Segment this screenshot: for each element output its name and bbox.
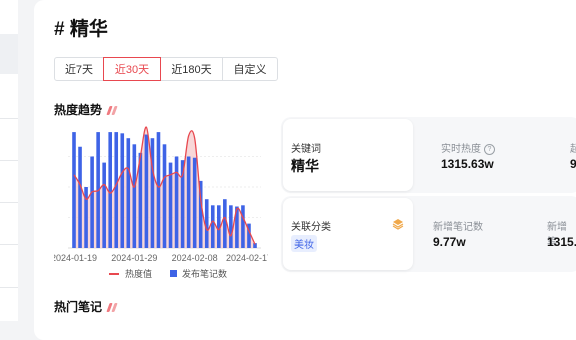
bar[interactable] [120, 133, 125, 248]
category-tag[interactable]: 美妆 [291, 235, 317, 252]
trend-section-title: 热度趋势 [54, 101, 118, 118]
keyword-value: 精华 [291, 158, 319, 174]
realtime-label-text: 实时热度 [441, 144, 481, 155]
hot-notes-section-title: 热门笔记 [54, 298, 118, 315]
bar[interactable] [72, 132, 76, 248]
bar[interactable] [114, 132, 119, 248]
bar[interactable] [150, 138, 155, 248]
divider [0, 160, 18, 161]
line-swatch [109, 272, 119, 275]
trend-title: 热度趋势 [54, 103, 103, 117]
legend-label: 热度值 [125, 269, 153, 279]
left-nav-selected[interactable] [0, 34, 18, 74]
bar[interactable] [229, 205, 233, 248]
bar[interactable] [108, 132, 112, 248]
tab-7-days[interactable]: 近7天 [54, 57, 104, 81]
cut-value: 9 [570, 157, 576, 171]
new-notes-label: 新增笔记数 [433, 222, 483, 233]
tab-custom[interactable]: 自定义 [222, 57, 278, 81]
page-title: # 精华 [54, 19, 108, 40]
bar[interactable] [162, 144, 167, 248]
legend-label: 发布笔记数 [182, 269, 228, 279]
bar[interactable] [90, 156, 94, 249]
layers-icon[interactable] [392, 218, 404, 230]
x-tick-label: 2024-02-17 [226, 253, 268, 263]
realtime-heat-value: 1315.63w [441, 157, 494, 171]
bar[interactable] [186, 156, 191, 249]
realtime-heat-label: 实时热度? [441, 140, 495, 155]
bar[interactable] [126, 138, 131, 248]
left-nav [0, 0, 18, 321]
bar[interactable] [156, 132, 161, 248]
new-notes2-value: 1315. [547, 235, 576, 249]
cut-label: 起 [570, 144, 576, 155]
bar[interactable] [144, 134, 149, 248]
tab-180-days[interactable]: 近180天 [160, 57, 223, 81]
category-label: 关联分类 [291, 222, 331, 233]
bar[interactable] [204, 199, 209, 248]
bar[interactable] [223, 199, 227, 248]
new-notes-value: 9.77w [433, 235, 466, 249]
tab-30-days[interactable]: 近30天 [103, 57, 161, 81]
divider [0, 244, 18, 245]
hot-notes-title: 热门笔记 [54, 300, 103, 314]
keyword-card [283, 119, 413, 191]
trend-chart: 2024-01-19 2024-01-29 2024-02-08 2024-02-17 [54, 126, 268, 263]
legend-heat: 热度值 [109, 267, 152, 280]
bar[interactable] [102, 162, 106, 248]
info-icon[interactable]: ? [484, 143, 495, 155]
bar[interactable] [78, 146, 82, 248]
divider [0, 118, 18, 119]
divider [0, 202, 18, 203]
bar[interactable] [174, 156, 179, 249]
x-tick-label: 2024-01-29 [111, 253, 157, 263]
bar[interactable] [192, 157, 197, 248]
legend-notes: 发布笔记数 [170, 267, 227, 280]
keyword-label: 关键词 [291, 144, 321, 155]
x-tick-label: 2024-01-19 [54, 253, 97, 263]
bar[interactable] [241, 205, 245, 248]
bar[interactable] [132, 144, 137, 248]
bar-swatch [170, 270, 177, 277]
bar[interactable] [210, 205, 215, 248]
x-tick-label: 2024-02-08 [172, 253, 218, 263]
category-card [283, 198, 413, 270]
divider [0, 287, 18, 288]
